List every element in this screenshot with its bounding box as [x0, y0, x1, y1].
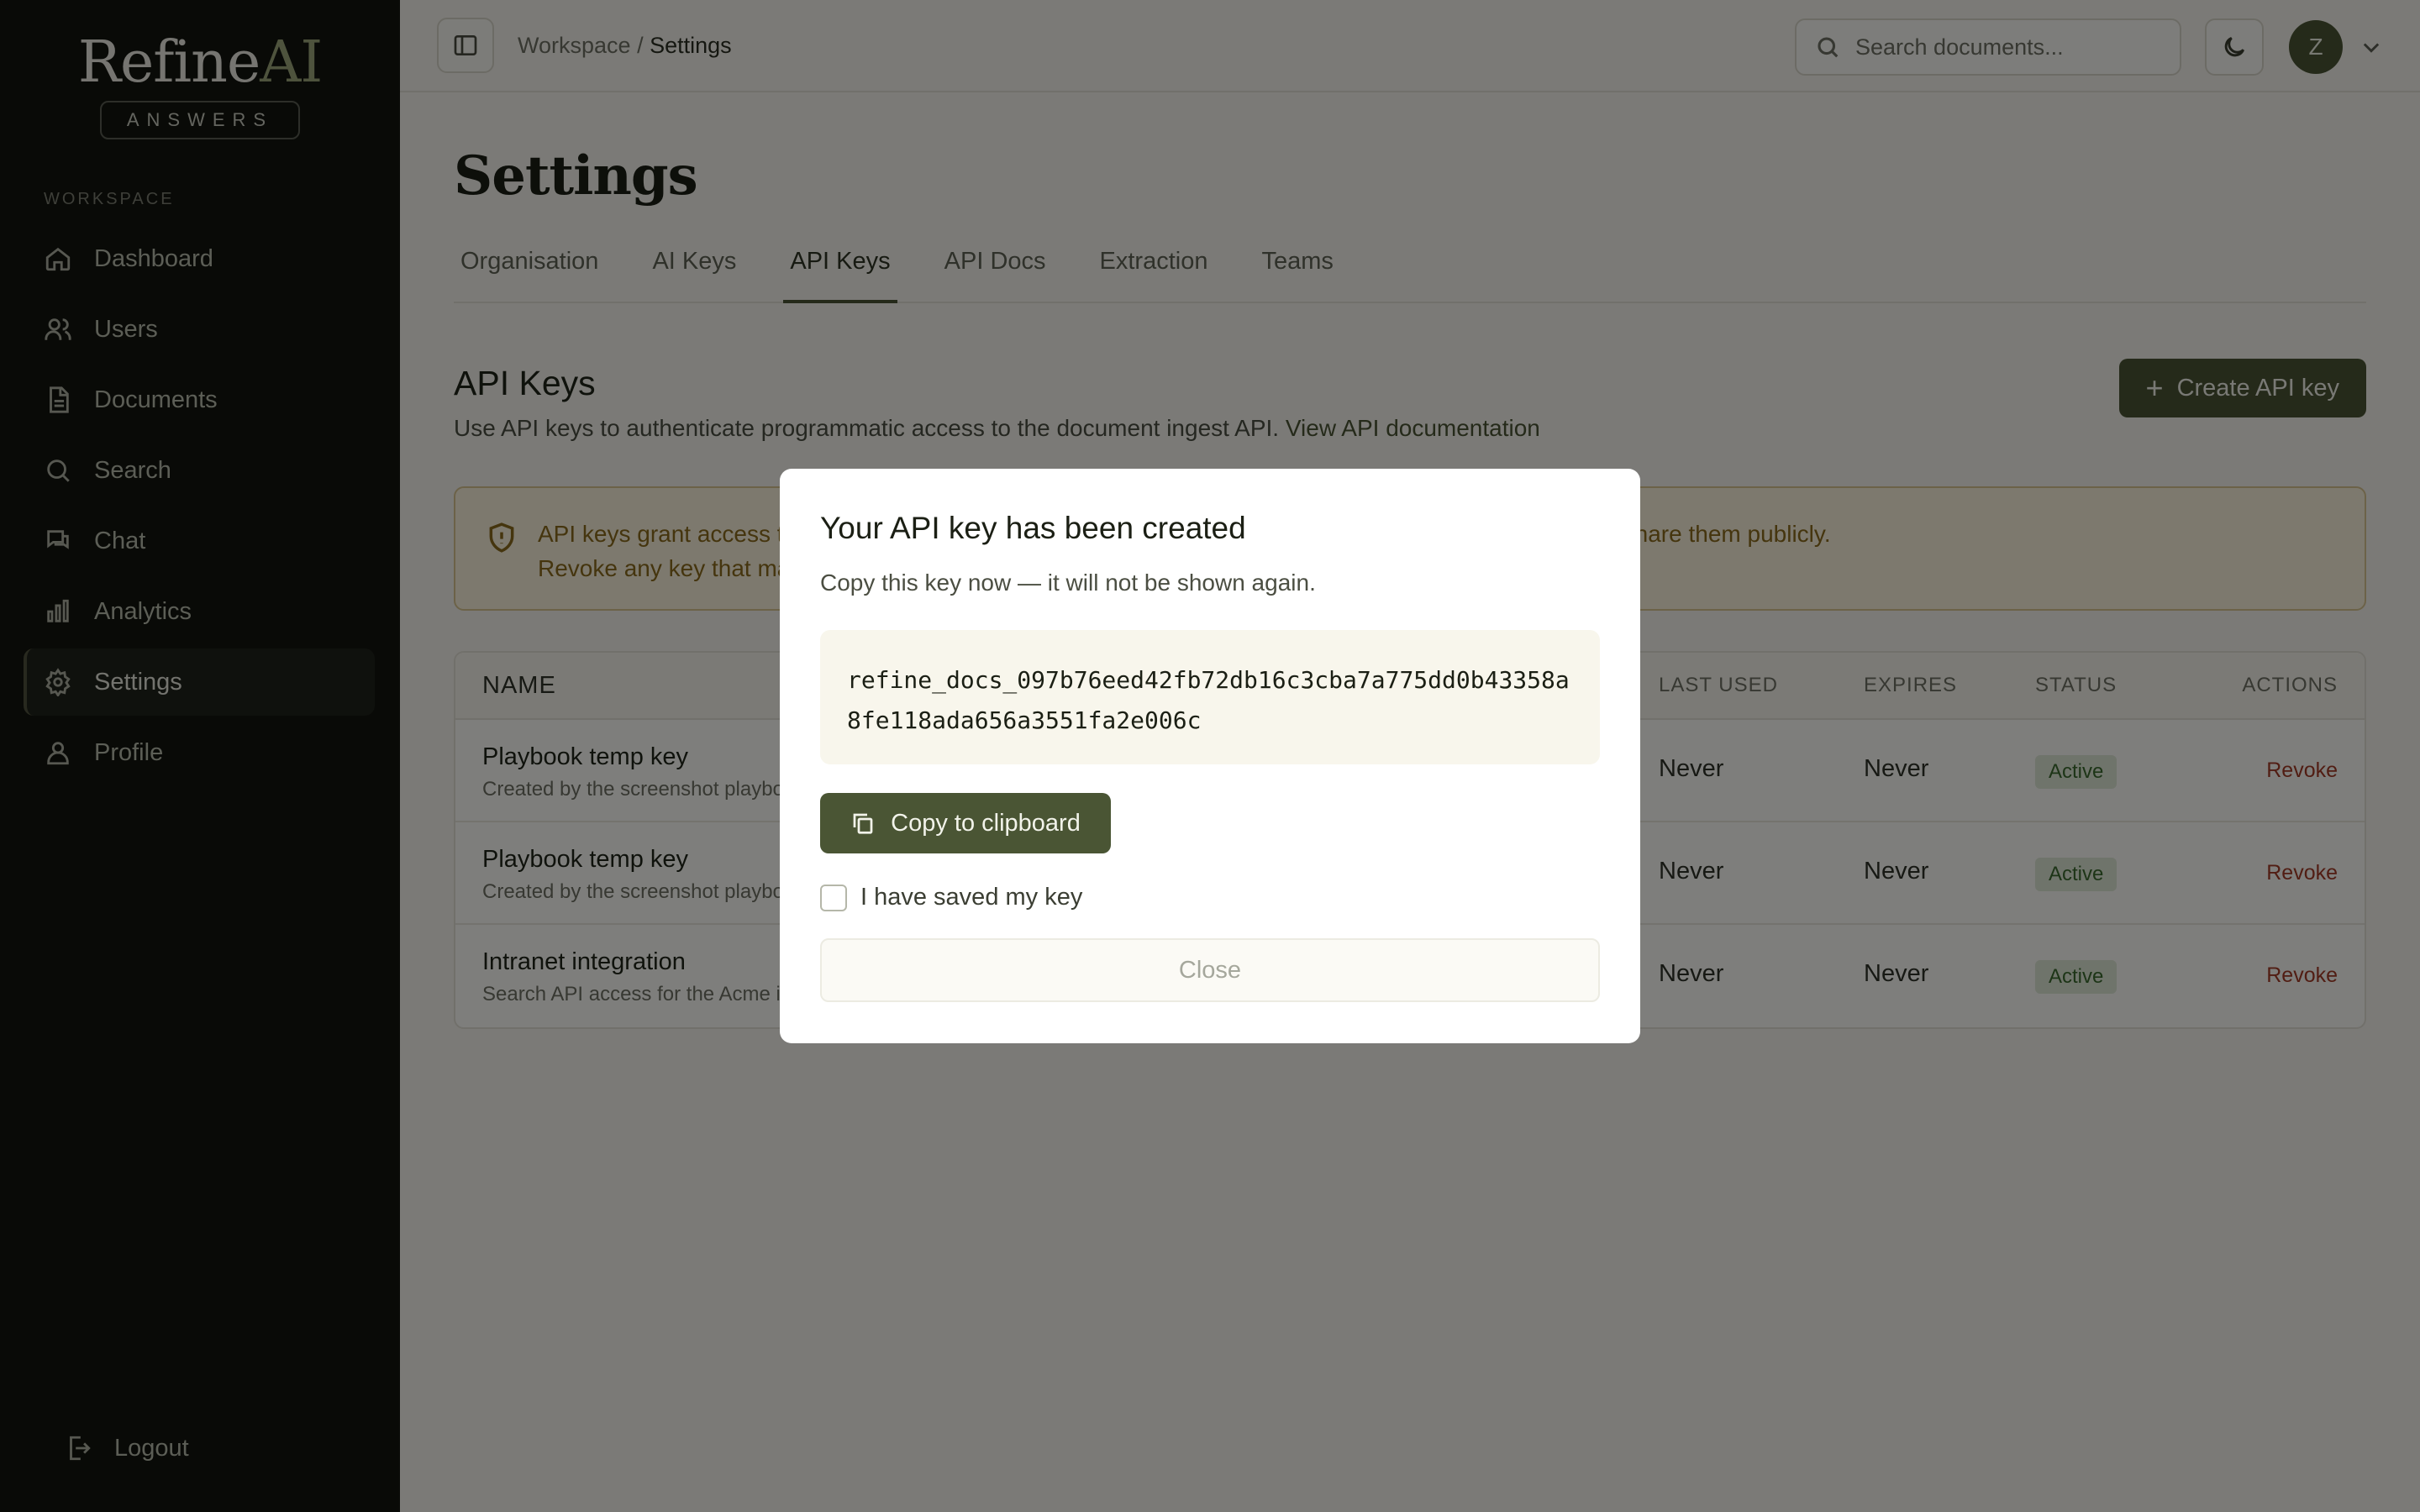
saved-key-checkbox-row[interactable]: I have saved my key	[820, 884, 1600, 911]
saved-key-checkbox[interactable]	[820, 884, 847, 911]
copy-icon	[853, 813, 873, 834]
api-key-value[interactable]: refine_docs_097b76eed42fb72db16c3cba7a77…	[820, 630, 1600, 764]
saved-key-label: I have saved my key	[860, 884, 1083, 911]
copy-to-clipboard-label: Copy to clipboard	[891, 809, 1081, 837]
dialog-title: Your API key has been created	[820, 511, 1246, 545]
api-key-created-dialog: Your API key has been created Copy this …	[780, 469, 1640, 1043]
copy-to-clipboard-button[interactable]: Copy to clipboard	[820, 793, 1111, 853]
close-button[interactable]: Close	[820, 938, 1600, 1002]
dialog-description: Copy this key now — it will not be shown…	[820, 570, 1316, 596]
